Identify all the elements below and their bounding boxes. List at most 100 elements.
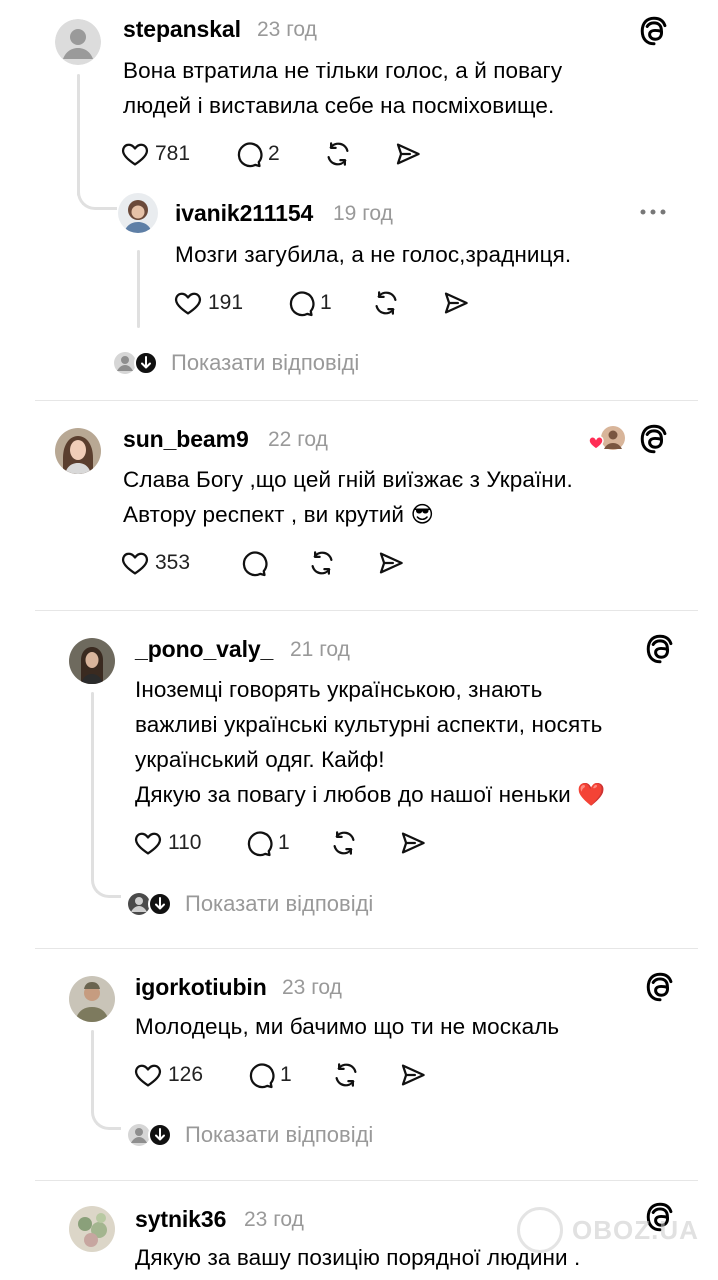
- timestamp: 21 год: [290, 638, 350, 661]
- like-count: 191: [208, 291, 244, 314]
- like-button[interactable]: 191: [173, 288, 243, 318]
- share-button[interactable]: [376, 548, 406, 578]
- comment-bubble-icon: [245, 1060, 275, 1090]
- thread-line: [91, 1030, 94, 1108]
- thread-connector: [77, 180, 117, 210]
- avatar[interactable]: [69, 638, 115, 684]
- comment-text: Вона втратила не тільки голос, а й поваг…: [123, 58, 563, 118]
- show-replies-button[interactable]: Показати відповіді: [127, 891, 373, 917]
- divider: [35, 1180, 698, 1181]
- username[interactable]: stepanskal: [123, 16, 241, 43]
- threads-logo-icon[interactable]: [643, 970, 677, 1004]
- like-button[interactable]: 126: [133, 1060, 203, 1090]
- reply-avatars: [127, 1123, 173, 1147]
- send-icon: [393, 139, 423, 169]
- avatar[interactable]: [118, 193, 158, 233]
- more-dots-icon[interactable]: [638, 207, 668, 217]
- comment-text: Молодець, ми бачимо що ти не москаль: [135, 1014, 560, 1039]
- reply-count: 1: [278, 831, 290, 854]
- heart-icon: [133, 828, 163, 858]
- threads-logo-icon[interactable]: [637, 422, 671, 456]
- share-button[interactable]: [398, 1060, 428, 1090]
- liked-by-author-badge: [586, 424, 628, 454]
- comment-text: Слава Богу ,що цей гній виїзжає з Україн…: [123, 467, 573, 527]
- reply-count: 2: [268, 142, 280, 165]
- repost-icon: [329, 828, 359, 858]
- avatar[interactable]: [69, 976, 115, 1022]
- thread-line: [91, 692, 94, 874]
- timestamp: 23 год: [282, 976, 342, 999]
- like-count: 781: [155, 142, 191, 165]
- like-count: 353: [155, 551, 191, 574]
- reply-button[interactable]: 2: [233, 139, 280, 169]
- share-button[interactable]: [441, 288, 471, 318]
- show-replies-label: Показати відповіді: [185, 891, 374, 916]
- comment-bubble-icon: [233, 139, 263, 169]
- timestamp: 23 год: [257, 18, 317, 41]
- send-icon: [398, 828, 428, 858]
- repost-button[interactable]: [331, 1060, 361, 1090]
- repost-icon: [323, 139, 353, 169]
- repost-icon: [307, 548, 337, 578]
- username[interactable]: igorkotiubin: [135, 974, 267, 1001]
- heart-icon: [133, 1060, 163, 1090]
- comment-text: Дякую за вашу позицію порядної людини .: [135, 1245, 581, 1270]
- thread-connector: [91, 1100, 121, 1130]
- reply-button[interactable]: [238, 548, 268, 578]
- like-button[interactable]: 110: [133, 828, 201, 858]
- reply-button[interactable]: 1: [245, 1060, 292, 1090]
- threads-logo-icon[interactable]: [643, 632, 677, 666]
- comment-text: Іноземці говорять українською, знають ва…: [135, 677, 606, 807]
- show-replies-button[interactable]: Показати відповіді: [127, 1122, 373, 1148]
- share-button[interactable]: [398, 828, 428, 858]
- timestamp: 19 год: [333, 202, 393, 225]
- divider: [35, 400, 698, 401]
- comment-text: Мозги загубила, а не голос,зрадниця.: [175, 242, 572, 267]
- show-replies-label: Показати відповіді: [171, 350, 360, 375]
- repost-button[interactable]: [323, 139, 353, 169]
- thread-connector: [91, 868, 121, 898]
- reply-button[interactable]: 1: [285, 288, 332, 318]
- like-count: 110: [168, 831, 202, 854]
- watermark: OBOZ.UA: [572, 1215, 699, 1245]
- send-icon: [376, 548, 406, 578]
- reply-avatars: [113, 351, 159, 375]
- share-button[interactable]: [393, 139, 423, 169]
- heart-icon: [120, 139, 150, 169]
- watermark-logo-icon: [517, 1207, 563, 1253]
- heart-icon: [120, 548, 150, 578]
- like-button[interactable]: 781: [120, 139, 190, 169]
- repost-icon: [371, 288, 401, 318]
- divider: [35, 610, 698, 611]
- show-replies-button[interactable]: Показати відповіді: [113, 350, 359, 376]
- reply-button[interactable]: 1: [243, 828, 290, 858]
- thread-line: [77, 74, 80, 196]
- send-icon: [398, 1060, 428, 1090]
- comment-bubble-icon: [238, 548, 268, 578]
- reply-avatars: [127, 892, 173, 916]
- timestamp: 23 год: [244, 1208, 304, 1231]
- username[interactable]: sytnik36: [135, 1206, 226, 1233]
- repost-button[interactable]: [307, 548, 337, 578]
- like-count: 126: [168, 1063, 204, 1086]
- divider: [35, 948, 698, 949]
- reply-count: 1: [320, 291, 332, 314]
- comment-bubble-icon: [285, 288, 315, 318]
- avatar[interactable]: [69, 1206, 115, 1252]
- avatar[interactable]: [55, 428, 101, 474]
- repost-icon: [331, 1060, 361, 1090]
- send-icon: [441, 288, 471, 318]
- show-replies-label: Показати відповіді: [185, 1122, 374, 1147]
- reply-count: 1: [280, 1063, 292, 1086]
- username[interactable]: sun_beam9: [123, 426, 249, 453]
- comment-bubble-icon: [243, 828, 273, 858]
- like-button[interactable]: 353: [120, 548, 190, 578]
- threads-logo-icon[interactable]: [637, 14, 671, 48]
- avatar[interactable]: [55, 19, 101, 65]
- repost-button[interactable]: [371, 288, 401, 318]
- thread-line: [137, 250, 140, 328]
- username[interactable]: ivanik211154: [175, 200, 313, 227]
- username[interactable]: _pono_valy_: [135, 636, 273, 663]
- heart-icon: [173, 288, 203, 318]
- repost-button[interactable]: [329, 828, 359, 858]
